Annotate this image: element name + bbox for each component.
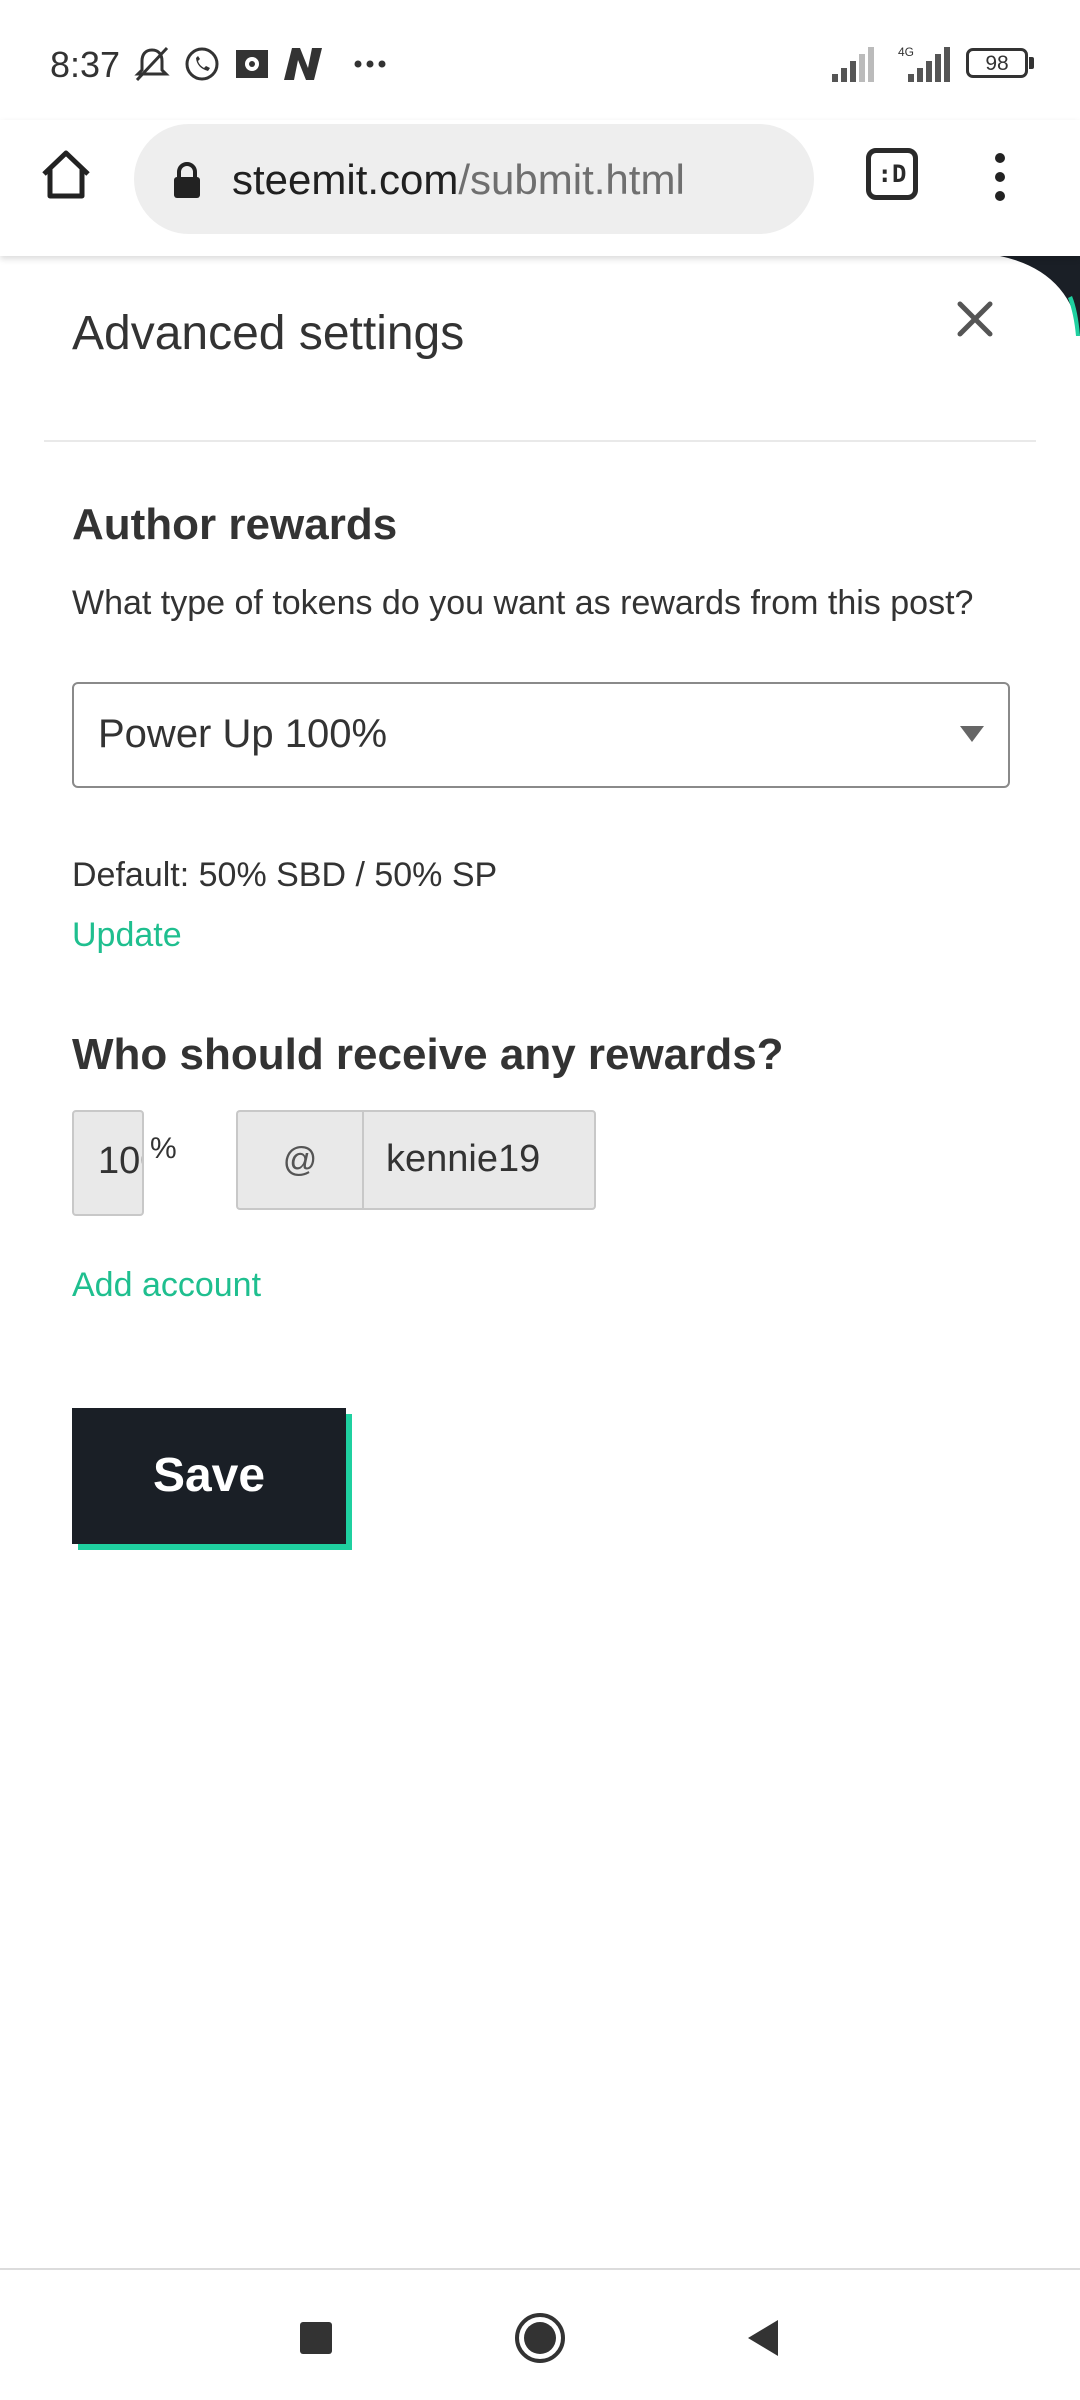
rewards-type-select[interactable]: Power Up 100%	[72, 682, 1010, 788]
battery-icon: 98	[966, 44, 1036, 84]
author-rewards-heading: Author rewards	[72, 500, 398, 549]
status-bar: 8:37 4G 98	[0, 0, 1080, 120]
kebab-menu-icon[interactable]	[990, 150, 1010, 204]
page-corner-decoration	[1000, 256, 1080, 336]
modal-title: Advanced settings	[72, 307, 465, 360]
url-text: steemit.com/submit.html	[232, 156, 685, 204]
n-app-icon	[284, 48, 322, 80]
update-link[interactable]: Update	[72, 916, 182, 955]
whatsapp-icon	[185, 47, 219, 81]
lock-icon	[174, 162, 200, 198]
back-icon[interactable]	[736, 2310, 792, 2366]
home-icon[interactable]	[36, 144, 96, 204]
url-path: /submit.html	[458, 156, 685, 203]
beneficiary-account-input[interactable]: kennie19	[362, 1110, 596, 1210]
beneficiaries-heading: Who should receive any rewards?	[72, 1030, 784, 1079]
signal-icon	[832, 47, 874, 82]
tabs-icon[interactable]: :D	[866, 148, 918, 200]
status-time: 8:37	[50, 44, 121, 85]
more-dots-icon	[354, 60, 386, 68]
browser-toolbar: steemit.com/submit.html :D	[0, 120, 1080, 256]
url-bar[interactable]: steemit.com/submit.html	[134, 124, 814, 234]
gallery-icon	[236, 50, 268, 78]
home-circle-icon[interactable]	[512, 2310, 568, 2366]
selected-option: Power Up 100%	[98, 712, 388, 756]
battery-level: 98	[985, 52, 1009, 75]
chevron-down-icon	[960, 726, 984, 742]
network-label: 4G	[898, 45, 914, 59]
beneficiary-percent-input[interactable]: 100	[72, 1110, 144, 1216]
default-rewards-text: Default: 50% SBD / 50% SP	[72, 856, 498, 894]
url-domain: steemit.com	[232, 156, 459, 203]
system-nav-bar	[0, 2268, 1080, 2400]
recent-apps-icon[interactable]	[288, 2310, 344, 2366]
add-account-link[interactable]: Add account	[72, 1266, 261, 1305]
signal-4g-icon: 4G	[898, 45, 950, 82]
divider	[44, 440, 1036, 442]
muted-notification-icon	[134, 46, 170, 82]
save-button[interactable]: Save	[72, 1408, 346, 1544]
rewards-question: What type of tokens do you want as rewar…	[72, 584, 974, 622]
percent-sign: %	[150, 1132, 177, 1165]
at-symbol-addon: @	[236, 1110, 362, 1210]
advanced-settings-modal: Advanced settings Author rewards What ty…	[0, 256, 1080, 2266]
